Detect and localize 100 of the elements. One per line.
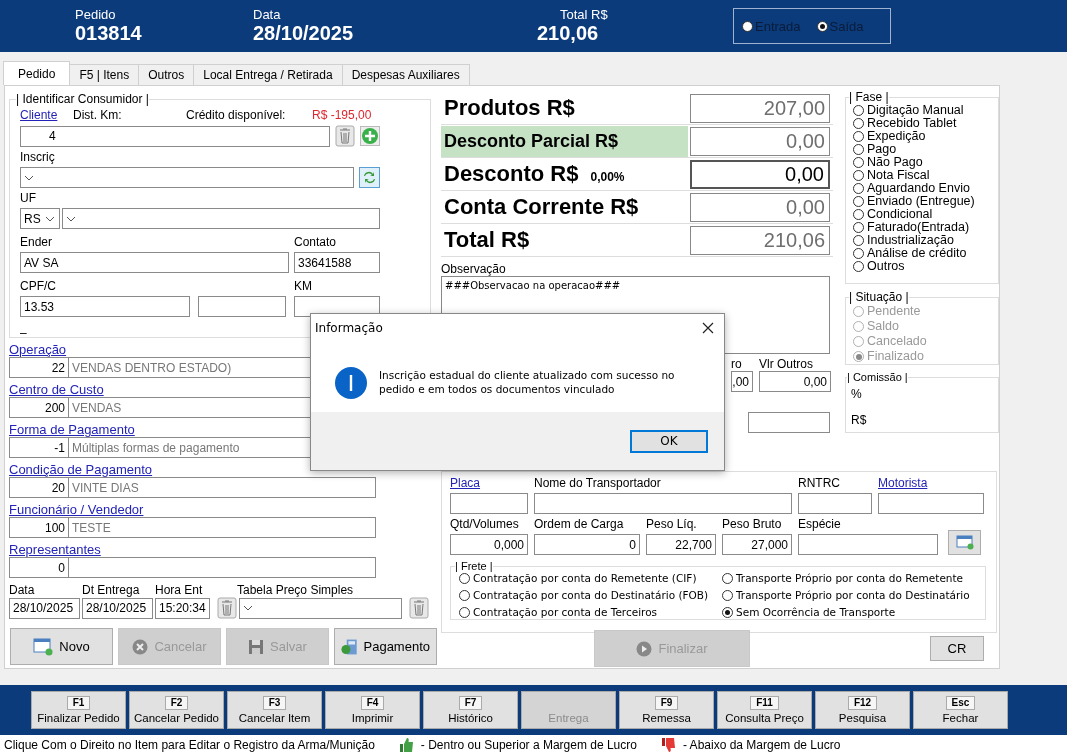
- amount-field[interactable]: ,00: [731, 371, 753, 392]
- total-value-field[interactable]: 0,00: [690, 126, 830, 156]
- code-field[interactable]: -1: [9, 437, 69, 458]
- text-field[interactable]: 27,000: [722, 534, 792, 555]
- radio-label: Transporte Próprio por conta do Destinatário: [736, 589, 970, 602]
- function-key-button[interactable]: F3 Cancelar Item: [227, 691, 322, 729]
- function-key-button[interactable]: F11 Consulta Preço: [717, 691, 812, 729]
- total-value-field[interactable]: 207,00: [690, 93, 830, 123]
- date-field[interactable]: 15:20:34: [155, 597, 210, 619]
- code-field[interactable]: 0: [9, 557, 69, 578]
- radio-button[interactable]: [816, 20, 828, 32]
- add-window-button[interactable]: [948, 530, 981, 555]
- payment-button[interactable]: Pagamento: [334, 628, 437, 665]
- contact-field[interactable]: 33641588: [294, 252, 380, 273]
- text-field[interactable]: 0: [534, 534, 640, 555]
- dropdown[interactable]: [62, 208, 380, 229]
- tab[interactable]: Despesas Auxiliares: [341, 64, 470, 85]
- function-key-button[interactable]: Esc Fechar: [913, 691, 1008, 729]
- radio-button[interactable]: [853, 222, 864, 233]
- radio-button[interactable]: [853, 157, 864, 168]
- text-field[interactable]: [450, 493, 528, 514]
- new-button[interactable]: Novo: [10, 628, 113, 665]
- field-link[interactable]: Placa: [450, 476, 481, 490]
- trash-icon[interactable]: [217, 597, 237, 619]
- radio-button[interactable]: [853, 196, 864, 207]
- total-value-field[interactable]: 0,00: [690, 159, 830, 189]
- total-value-field[interactable]: 0,00: [690, 192, 830, 222]
- radio-button[interactable]: [853, 209, 864, 220]
- radio-button[interactable]: [853, 183, 864, 194]
- description-field[interactable]: TESTE: [68, 517, 376, 538]
- text-field[interactable]: [878, 493, 984, 514]
- thumbs-up-icon: [398, 736, 415, 753]
- radio-button[interactable]: [853, 261, 864, 272]
- chevron-icon: [45, 215, 55, 222]
- radio-button[interactable]: [853, 170, 864, 181]
- field-link[interactable]: Motorista: [878, 476, 928, 490]
- text-field[interactable]: [798, 534, 938, 555]
- dropdown[interactable]: [20, 167, 354, 188]
- text-field[interactable]: 0,000: [450, 534, 528, 555]
- client-link[interactable]: Cliente: [20, 108, 73, 122]
- lookup-link[interactable]: Representantes: [9, 542, 101, 557]
- radio-button[interactable]: [459, 573, 470, 584]
- code-field[interactable]: 200: [9, 397, 69, 418]
- radio-button[interactable]: [853, 118, 864, 129]
- date-field[interactable]: 28/10/2025: [9, 597, 80, 619]
- text-field[interactable]: [798, 493, 872, 514]
- cpf-field[interactable]: 13.53: [20, 296, 190, 317]
- text-field[interactable]: [198, 296, 286, 317]
- refresh-icon[interactable]: [359, 167, 380, 188]
- function-key-button[interactable]: F9 Remessa: [619, 691, 714, 729]
- lookup-link[interactable]: Funcionário / Vendedor: [9, 502, 144, 517]
- radio-button[interactable]: [853, 131, 864, 142]
- tab[interactable]: Pedido: [3, 61, 71, 85]
- cr-button[interactable]: CR: [930, 636, 984, 662]
- dropdown[interactable]: [239, 597, 402, 619]
- radio-button[interactable]: [853, 248, 864, 259]
- lookup-link[interactable]: Condição de Pagamento: [9, 462, 153, 477]
- radio-button[interactable]: [853, 235, 864, 246]
- radio-button[interactable]: [853, 144, 864, 155]
- function-key-button[interactable]: F1 Finalizar Pedido: [31, 691, 126, 729]
- radio-label: Cancelado: [867, 335, 927, 348]
- dropdown[interactable]: RS: [20, 208, 60, 229]
- close-icon[interactable]: [702, 322, 714, 334]
- header-label: Total R$: [560, 8, 608, 22]
- amount-field[interactable]: 0,00: [759, 371, 831, 392]
- lookup-link[interactable]: Operação: [9, 342, 67, 357]
- radio-button[interactable]: [722, 573, 733, 584]
- radio-button[interactable]: [742, 20, 753, 32]
- client-field[interactable]: 4: [20, 125, 330, 147]
- lookup-link[interactable]: Centro de Custo: [9, 382, 104, 397]
- field-label: Dt Entrega: [82, 583, 141, 597]
- function-key-button[interactable]: F4 Imprimir: [325, 691, 420, 729]
- code-field[interactable]: 22: [9, 357, 69, 378]
- radio-button[interactable]: [459, 590, 470, 601]
- tab[interactable]: Local Entrega / Retirada: [193, 64, 343, 85]
- code-field[interactable]: 100: [9, 517, 69, 538]
- text-field[interactable]: [534, 493, 792, 514]
- text-field[interactable]: 22,700: [646, 534, 716, 555]
- radio-label: Recebido Tablet: [867, 117, 957, 130]
- address-field[interactable]: AV SA: [20, 252, 289, 273]
- function-key-button[interactable]: F2 Cancelar Pedido: [129, 691, 224, 729]
- trash-icon[interactable]: [335, 125, 355, 147]
- radio-button[interactable]: [722, 590, 733, 601]
- code-field[interactable]: 20: [9, 477, 69, 498]
- total-value-field[interactable]: 210,06: [690, 225, 830, 255]
- trash-icon[interactable]: [409, 597, 429, 619]
- tab[interactable]: F5 | Itens: [69, 64, 140, 85]
- add-icon[interactable]: [360, 126, 380, 146]
- chevron-icon: [24, 174, 34, 181]
- lookup-link[interactable]: Forma de Pagamento: [9, 422, 135, 437]
- radio-button[interactable]: [853, 105, 864, 116]
- description-field[interactable]: VINTE DIAS: [68, 477, 376, 498]
- description-field[interactable]: [68, 557, 376, 578]
- date-field[interactable]: 28/10/2025: [82, 597, 153, 619]
- text-field[interactable]: [748, 412, 830, 433]
- function-key-button[interactable]: F12 Pesquisa: [815, 691, 910, 729]
- radio-button[interactable]: [722, 607, 733, 618]
- radio-button[interactable]: [459, 607, 470, 618]
- ok-button[interactable]: OK: [630, 429, 708, 453]
- function-key-button[interactable]: F7 Histórico: [423, 691, 518, 729]
